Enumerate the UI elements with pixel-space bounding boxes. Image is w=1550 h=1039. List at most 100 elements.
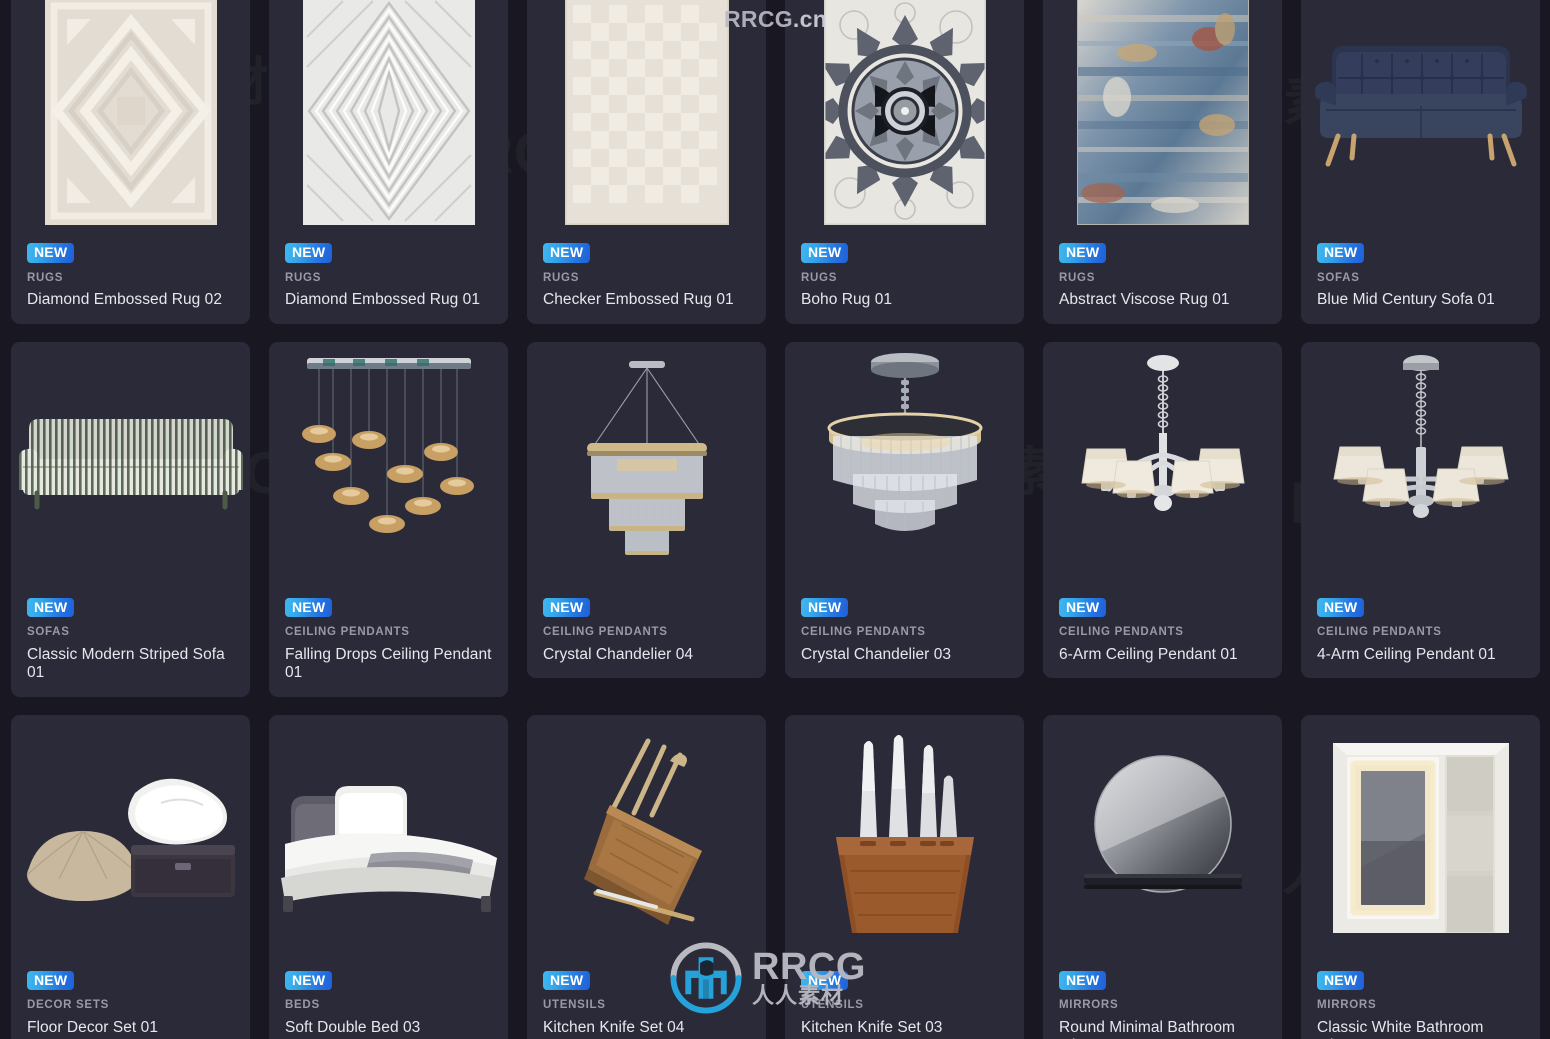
product-card[interactable]: NEW SOFAS Blue Mid Century Sofa 01 xyxy=(1301,0,1540,324)
product-card[interactable]: NEW SOFAS Classic Modern Striped Sofa 01 xyxy=(11,341,250,697)
pendant-6-arm-01-icon xyxy=(1080,355,1245,512)
status-badge: NEW xyxy=(1059,243,1107,263)
mirror-classic-white-01-icon xyxy=(1332,742,1509,933)
product-category: RUGS xyxy=(27,271,64,284)
product-card[interactable]: NEW CEILING PENDANTS Crystal Chandelier … xyxy=(785,341,1024,679)
product-card[interactable]: NEW RUGS Diamond Embossed Rug 01 xyxy=(269,0,508,324)
chandelier-crystal-04-icon xyxy=(586,361,707,556)
product-meta: NEW SOFAS Classic Modern Striped Sofa 01 xyxy=(11,589,250,697)
product-category: UTENSILS xyxy=(801,999,864,1012)
knife-set-04-icon xyxy=(583,738,702,925)
product-meta: NEW CEILING PENDANTS Falling Drops Ceili… xyxy=(269,589,508,697)
status-badge: NEW xyxy=(801,243,849,263)
product-category: CEILING PENDANTS xyxy=(285,626,410,639)
status-badge: NEW xyxy=(543,597,591,618)
product-title: Blue Mid Century Sofa 01 xyxy=(1317,291,1495,309)
product-title: Diamond Embossed Rug 01 xyxy=(285,291,481,309)
product-card[interactable]: NEW RUGS Checker Embossed Rug 01 xyxy=(527,0,766,324)
status-badge: NEW xyxy=(1059,597,1107,618)
product-card[interactable]: NEW DECOR SETS Floor Decor Set 01 xyxy=(11,714,250,1039)
product-category: MIRRORS xyxy=(1317,999,1377,1012)
product-thumbnail[interactable] xyxy=(527,714,766,962)
product-thumbnail[interactable] xyxy=(1301,341,1540,589)
product-category: MIRRORS xyxy=(1059,999,1119,1012)
product-thumbnail[interactable] xyxy=(785,341,1024,589)
product-card[interactable]: NEW RUGS Abstract Viscose Rug 01 xyxy=(1043,0,1282,324)
product-title: Floor Decor Set 01 xyxy=(27,1018,158,1036)
status-badge: NEW xyxy=(1317,243,1365,263)
product-thumbnail[interactable] xyxy=(1043,714,1282,962)
pendant-4-arm-01-icon xyxy=(1332,355,1509,519)
sofa-classic-modern-striped-01-icon xyxy=(18,419,243,510)
product-category: CEILING PENDANTS xyxy=(543,626,668,639)
product-title: Soft Double Bed 03 xyxy=(285,1018,421,1036)
product-thumbnail[interactable] xyxy=(1301,714,1540,962)
product-thumbnail[interactable] xyxy=(527,341,766,589)
product-card[interactable]: NEW CEILING PENDANTS 4-Arm Ceiling Penda… xyxy=(1301,341,1540,679)
product-title: Checker Embossed Rug 01 xyxy=(543,291,734,309)
rug-diamond-embossed-02-icon xyxy=(44,0,217,225)
product-meta: NEW RUGS Diamond Embossed Rug 02 xyxy=(11,234,250,324)
status-badge: NEW xyxy=(1317,970,1365,991)
rug-diamond-embossed-01-icon xyxy=(302,0,475,225)
product-card[interactable]: NEW CEILING PENDANTS 6-Arm Ceiling Penda… xyxy=(1043,341,1282,679)
product-meta: NEW UTENSILS Kitchen Knife Set 04 xyxy=(527,962,766,1039)
product-title: Diamond Embossed Rug 02 xyxy=(27,291,223,309)
product-meta: NEW MIRRORS Classic White Bathroom Mirro… xyxy=(1301,962,1540,1039)
product-card[interactable]: NEW RUGS Boho Rug 01 xyxy=(785,0,1024,324)
product-meta: NEW CEILING PENDANTS 4-Arm Ceiling Penda… xyxy=(1301,589,1540,679)
product-thumbnail[interactable] xyxy=(269,341,508,589)
product-meta: NEW BEDS Soft Double Bed 03 xyxy=(269,962,508,1039)
product-card[interactable]: NEW UTENSILS Kitchen Knife Set 04 xyxy=(527,714,766,1039)
product-meta: NEW RUGS Boho Rug 01 xyxy=(785,234,1024,324)
decor-floor-set-01-icon xyxy=(26,778,235,901)
product-meta: NEW RUGS Checker Embossed Rug 01 xyxy=(527,234,766,324)
product-category: CEILING PENDANTS xyxy=(1317,626,1442,639)
status-badge: NEW xyxy=(285,243,333,263)
product-thumbnail[interactable] xyxy=(269,714,508,962)
pendant-falling-drops-01-icon xyxy=(301,358,474,534)
product-thumbnail[interactable] xyxy=(527,0,766,234)
product-card[interactable]: NEW UTENSILS Kitchen Knife Set 03 xyxy=(785,714,1024,1039)
product-meta: NEW CEILING PENDANTS Crystal Chandelier … xyxy=(527,589,766,679)
product-thumbnail[interactable] xyxy=(11,0,250,234)
product-meta: NEW DECOR SETS Floor Decor Set 01 xyxy=(11,962,250,1039)
product-thumbnail[interactable] xyxy=(1301,0,1540,234)
product-thumbnail[interactable] xyxy=(785,714,1024,962)
product-card[interactable]: NEW MIRRORS Round Minimal Bathroom Mirro… xyxy=(1043,714,1282,1039)
product-meta: NEW CEILING PENDANTS 6-Arm Ceiling Penda… xyxy=(1043,589,1282,679)
product-meta: NEW UTENSILS Kitchen Knife Set 03 xyxy=(785,962,1024,1039)
product-card[interactable]: NEW RUGS Diamond Embossed Rug 02 xyxy=(11,0,250,324)
product-title: 4-Arm Ceiling Pendant 01 xyxy=(1317,645,1496,663)
product-thumbnail[interactable] xyxy=(11,714,250,962)
knife-set-03-icon xyxy=(835,734,974,933)
product-category: RUGS xyxy=(285,271,322,284)
product-category: CEILING PENDANTS xyxy=(801,626,926,639)
product-category: CEILING PENDANTS xyxy=(1059,626,1184,639)
product-thumbnail[interactable] xyxy=(11,341,250,589)
product-category: RUGS xyxy=(801,271,838,284)
product-thumbnail[interactable] xyxy=(269,0,508,234)
product-card[interactable]: NEW MIRRORS Classic White Bathroom Mirro… xyxy=(1301,714,1540,1039)
sofa-blue-mid-century-01-icon xyxy=(1314,45,1527,166)
product-thumbnail[interactable] xyxy=(785,0,1024,234)
product-card[interactable]: NEW CEILING PENDANTS Falling Drops Ceili… xyxy=(269,341,508,697)
product-title: Boho Rug 01 xyxy=(801,291,893,309)
product-title: Crystal Chandelier 04 xyxy=(543,645,694,663)
product-thumbnail[interactable] xyxy=(1043,341,1282,589)
status-badge: NEW xyxy=(1059,970,1107,991)
product-card[interactable]: NEW CEILING PENDANTS Crystal Chandelier … xyxy=(527,341,766,679)
product-title: Abstract Viscose Rug 01 xyxy=(1059,291,1230,309)
product-title: Classic White Bathroom Mirror 01 xyxy=(1317,1018,1484,1039)
product-meta: NEW RUGS Diamond Embossed Rug 01 xyxy=(269,234,508,324)
product-thumbnail[interactable] xyxy=(1043,0,1282,234)
status-badge: NEW xyxy=(801,597,849,618)
status-badge: NEW xyxy=(1317,597,1365,618)
product-card[interactable]: NEW BEDS Soft Double Bed 03 xyxy=(269,714,508,1039)
product-category: BEDS xyxy=(285,999,320,1012)
status-badge: NEW xyxy=(543,970,591,991)
product-title: Kitchen Knife Set 03 xyxy=(801,1018,943,1036)
product-title: Falling Drops Ceiling Pendant 01 xyxy=(285,645,492,682)
product-title: Kitchen Knife Set 04 xyxy=(543,1018,685,1036)
product-category: SOFAS xyxy=(1317,271,1360,284)
